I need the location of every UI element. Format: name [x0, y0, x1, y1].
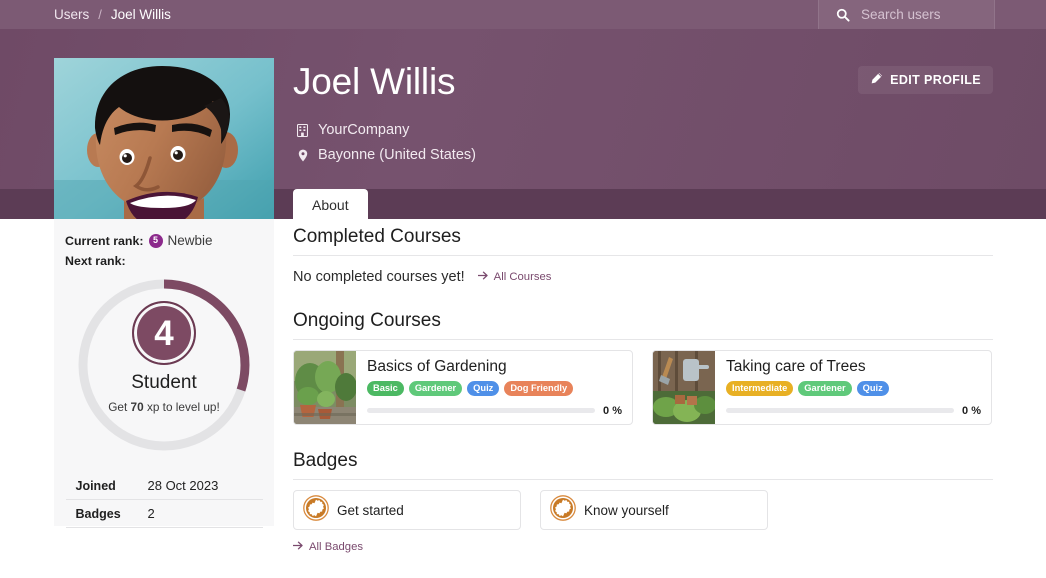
current-rank-label: Current rank: — [65, 234, 144, 248]
badges-list: Get started Know yourself — [293, 490, 993, 530]
badges-title: Badges — [293, 450, 993, 480]
course-tag: Quiz — [467, 381, 499, 396]
course-tag: Dog Friendly — [504, 381, 573, 396]
rank-badge-icon: 5 — [149, 234, 163, 248]
course-card[interactable]: Basics of Gardening Basic Gardener Quiz … — [293, 350, 633, 425]
progress-bar-track — [726, 408, 954, 413]
breadcrumb-separator: / — [98, 7, 102, 22]
course-tags: Intermediate Gardener Quiz — [726, 381, 981, 396]
progress-percent: 0 % — [603, 405, 622, 417]
course-title: Taking care of Trees — [726, 358, 981, 376]
course-progress: 0 % — [726, 405, 981, 417]
course-title: Basics of Gardening — [367, 358, 622, 376]
all-badges-link[interactable]: All Badges — [293, 541, 993, 553]
avatar-illustration — [54, 58, 274, 219]
top-navbar: Users / Joel Willis — [0, 0, 1046, 29]
current-rank-row: Current rank: 5 Newbie — [65, 233, 263, 248]
course-body: Taking care of Trees Intermediate Garden… — [715, 351, 991, 424]
edit-profile-button[interactable]: EDIT PROFILE — [858, 66, 993, 94]
table-row: Joined 28 Oct 2023 — [66, 472, 263, 500]
profile-tabs: About — [293, 189, 368, 222]
current-rank-value: Newbie — [168, 233, 213, 248]
completed-courses-empty: No completed courses yet! All Courses — [293, 269, 993, 285]
course-tag: Gardener — [798, 381, 851, 396]
ongoing-courses-list: Basics of Gardening Basic Gardener Quiz … — [293, 350, 993, 425]
badge-label: Know yourself — [584, 503, 669, 518]
award-gear-icon — [303, 495, 329, 526]
map-pin-icon — [296, 149, 309, 162]
search-input[interactable] — [861, 7, 981, 22]
course-tag: Quiz — [857, 381, 889, 396]
completed-courses-title: Completed Courses — [293, 226, 993, 256]
ongoing-courses-title: Ongoing Courses — [293, 310, 993, 340]
edit-profile-label: EDIT PROFILE — [890, 73, 981, 87]
badge-card[interactable]: Get started — [293, 490, 521, 530]
course-card[interactable]: Taking care of Trees Intermediate Garden… — [652, 350, 992, 425]
rank-title: Student — [131, 372, 197, 394]
course-progress: 0 % — [367, 405, 622, 417]
stat-key: Badges — [76, 507, 148, 521]
profile-side-card: Current rank: 5 Newbie Next rank: 4 Stud… — [54, 219, 274, 526]
profile-stats-table: Joined 28 Oct 2023 Badges 2 — [66, 472, 263, 528]
table-row: Badges 2 — [66, 500, 263, 528]
rank-level-medal: 4 — [132, 301, 196, 365]
progress-percent: 0 % — [962, 405, 981, 417]
location-name: Bayonne (United States) — [318, 147, 476, 163]
stat-value: 28 Oct 2023 — [148, 478, 219, 493]
course-tag: Basic — [367, 381, 404, 396]
company-name: YourCompany — [318, 122, 409, 138]
course-tag: Gardener — [409, 381, 462, 396]
course-thumbnail — [653, 351, 715, 424]
course-thumbnail — [294, 351, 356, 424]
building-icon — [296, 124, 309, 137]
breadcrumb-users[interactable]: Users — [54, 7, 89, 22]
all-courses-link[interactable]: All Courses — [478, 271, 552, 283]
arrow-right-icon — [478, 271, 489, 283]
empty-text: No completed courses yet! — [293, 269, 465, 285]
course-tags: Basic Gardener Quiz Dog Friendly — [367, 381, 622, 396]
progress-bar-track — [367, 408, 595, 413]
avatar — [54, 58, 274, 219]
pencil-icon — [870, 72, 883, 88]
arrow-right-icon — [293, 541, 304, 553]
page-title: Joel Willis — [293, 61, 455, 103]
stat-value: 2 — [148, 506, 155, 521]
search-icon — [829, 8, 857, 22]
rank-subtext: Get 70 xp to level up! — [108, 399, 220, 416]
award-gear-icon — [550, 495, 576, 526]
all-courses-label: All Courses — [494, 271, 552, 283]
course-body: Basics of Gardening Basic Gardener Quiz … — [356, 351, 632, 424]
badge-label: Get started — [337, 503, 404, 518]
breadcrumb-current: Joel Willis — [111, 7, 171, 22]
all-badges-label: All Badges — [309, 541, 363, 553]
next-rank-label: Next rank: — [65, 254, 263, 268]
badge-card[interactable]: Know yourself — [540, 490, 768, 530]
course-tag: Intermediate — [726, 381, 793, 396]
rank-sub-suffix: xp to level up! — [144, 400, 220, 414]
breadcrumb: Users / Joel Willis — [54, 7, 171, 22]
main-content: Completed Courses No completed courses y… — [293, 226, 993, 553]
rank-sub-prefix: Get — [108, 400, 130, 414]
tab-about[interactable]: About — [293, 189, 368, 222]
rank-progress-ring: 4 Student Get 70 xp to level up! — [75, 276, 253, 454]
location-row: Bayonne (United States) — [296, 147, 476, 163]
company-row: YourCompany — [296, 122, 409, 138]
stat-key: Joined — [76, 479, 148, 493]
search-box[interactable] — [818, 0, 995, 29]
rank-sub-xp: 70 — [131, 400, 144, 414]
rank-ring-center: 4 Student Get 70 xp to level up! — [75, 276, 253, 454]
